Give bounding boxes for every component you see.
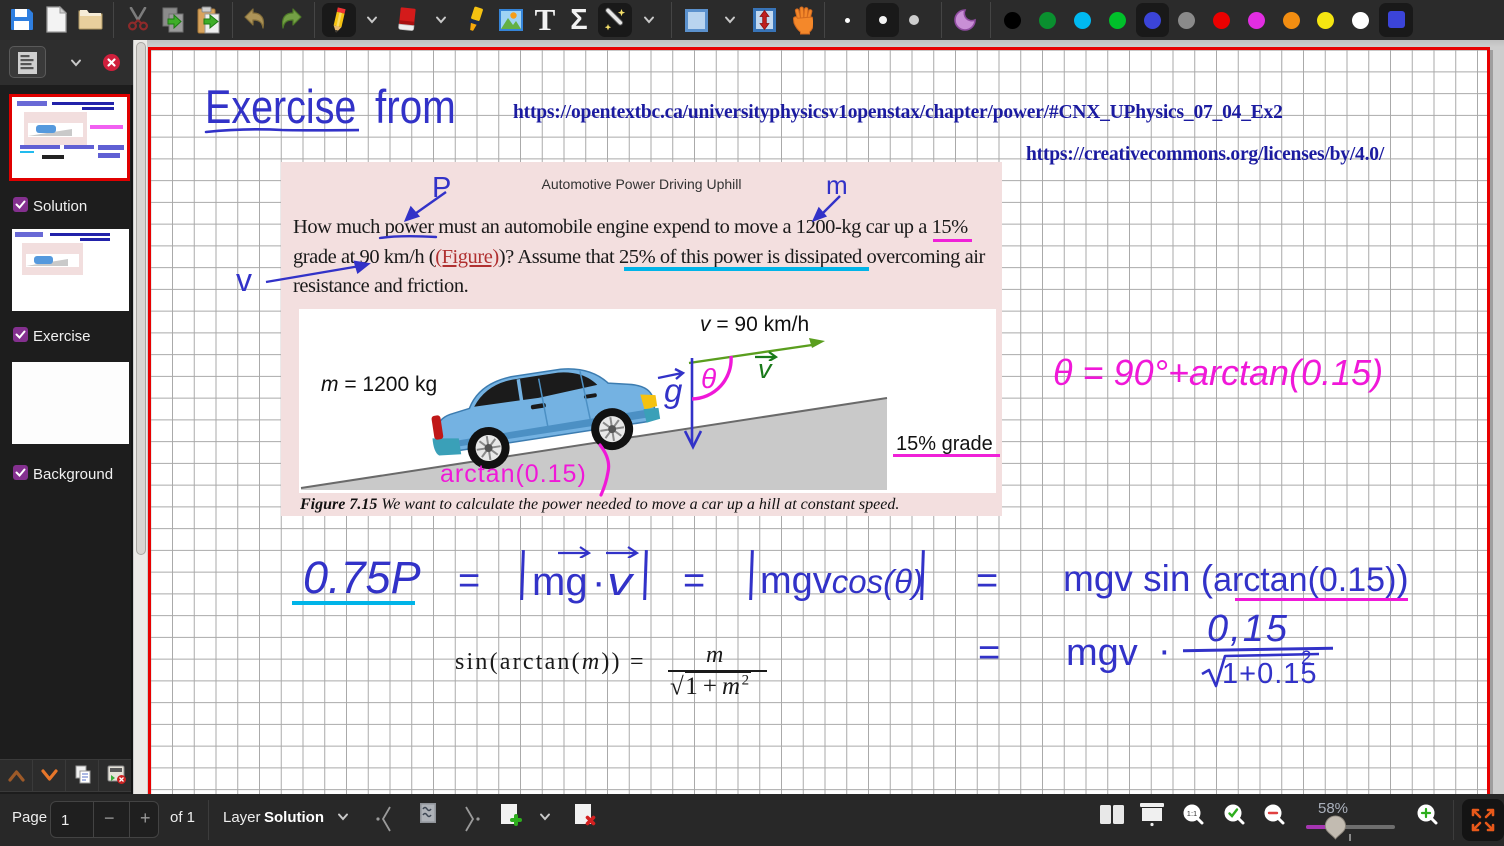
svg-text:1:1: 1:1 <box>1187 809 1197 818</box>
